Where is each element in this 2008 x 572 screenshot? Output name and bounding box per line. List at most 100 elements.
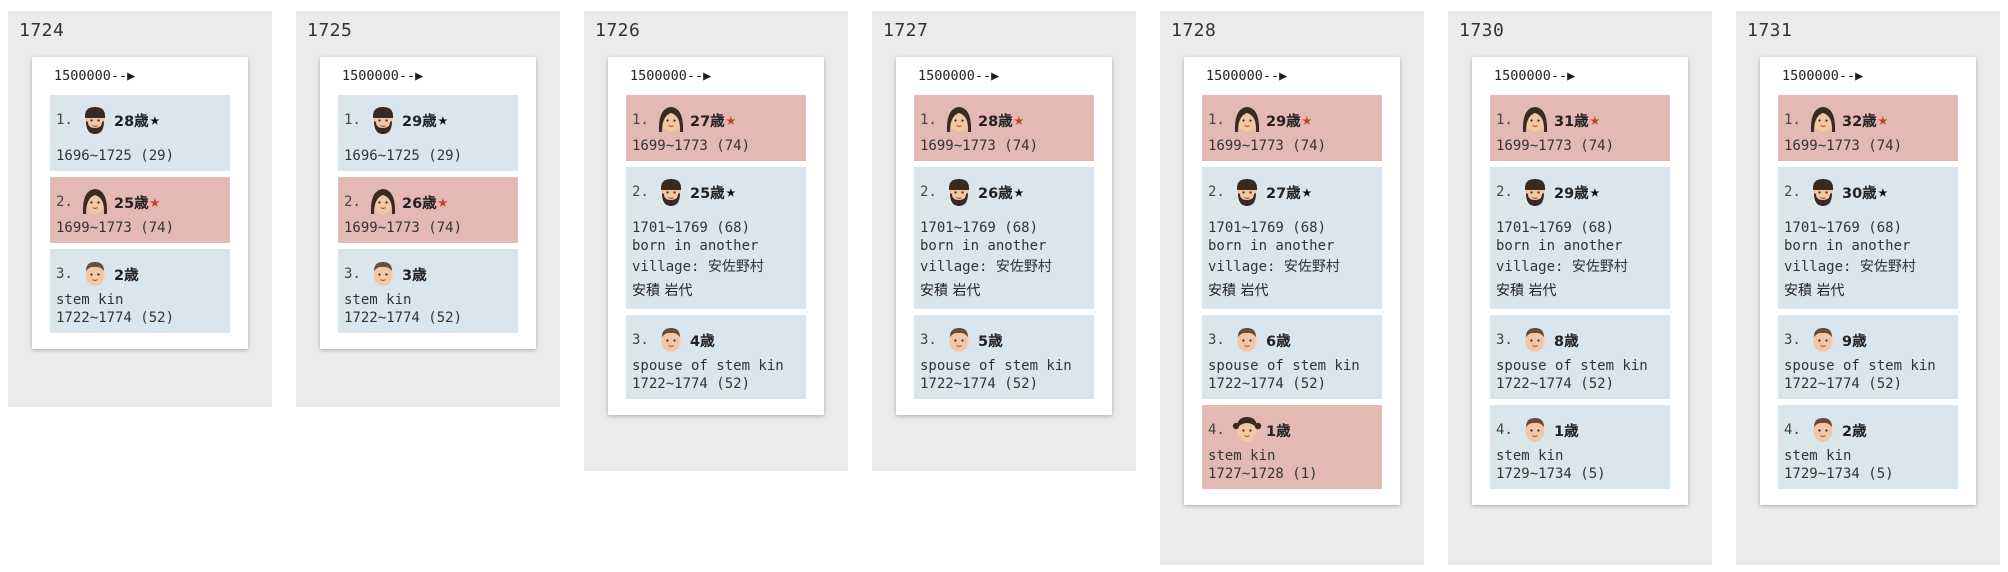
person-detail-line: 安積 岩代 [1208, 283, 1269, 299]
person-age: 25歳 [690, 185, 725, 202]
woman-avatar-icon [654, 104, 688, 136]
person-header: 1. 29歳 ★ [344, 103, 512, 137]
person-detail-line: 1699~1773 (74) [1496, 138, 1615, 154]
child-avatar-icon [942, 324, 976, 356]
person-entry[interactable]: 3. 3歳 stem kin 1722~1774 (52) [338, 249, 518, 333]
person-index: 3. [344, 266, 361, 282]
person-detail-line: 1722~1774 (52) [632, 376, 751, 392]
person-entry[interactable]: 2. 26歳 ★ 1701~1769 (68) born in another villa… [914, 167, 1094, 309]
person-index: 1. [920, 112, 937, 128]
person-detail-line: spouse of stem kin [1496, 358, 1648, 374]
person-age: 2歳 [1842, 423, 1867, 440]
year-panel: 1728 1500000--▶ 1. 29歳 ★ 1699~1773 (74) 2. 27歳 ★… [1160, 11, 1424, 565]
person-detail-line: village: 安佐野村 [1496, 259, 1628, 275]
person-index: 1. [56, 112, 73, 128]
person-entry[interactable]: 1. 28歳 ★ 1699~1773 (74) [914, 95, 1094, 161]
person-index: 3. [1784, 332, 1801, 348]
person-detail-line: 安積 岩代 [1784, 283, 1845, 299]
year-panel: 1724 1500000--▶ 1. 28歳 ★ 1696~1725 (29) 2. 25歳 ★… [8, 11, 272, 407]
person-entry[interactable]: 2. 25歳 ★ 1699~1773 (74) [50, 177, 230, 243]
person-header: 4. 1歳 [1208, 413, 1376, 447]
person-header: 2. 27歳 ★ [1208, 175, 1376, 209]
black-star-icon: ★ [1589, 182, 1600, 202]
child-avatar-icon [366, 258, 400, 290]
person-detail-line: 1699~1773 (74) [1784, 138, 1903, 154]
person-entry[interactable]: 2. 27歳 ★ 1701~1769 (68) born in another villa… [1202, 167, 1382, 309]
person-entry[interactable]: 4. 2歳 stem kin 1729~1734 (5) [1778, 405, 1958, 489]
person-detail-line: 1701~1769 (68) [1208, 220, 1327, 236]
person-detail-line: born in another [1496, 238, 1623, 254]
child-avatar-icon [1806, 414, 1840, 446]
person-detail-line: 1722~1774 (52) [344, 310, 463, 326]
person-entry[interactable]: 4. 1歳 stem kin 1727~1728 (1) [1202, 405, 1382, 489]
person-entry[interactable]: 1. 31歳 ★ 1699~1773 (74) [1490, 95, 1670, 161]
child-avatar-icon [1806, 324, 1840, 356]
woman-avatar-icon [1518, 104, 1552, 136]
person-detail-line: village: 安佐野村 [1784, 259, 1916, 275]
person-age: 6歳 [1266, 333, 1291, 350]
person-index: 2. [56, 194, 73, 210]
person-header: 2. 30歳 ★ [1784, 175, 1952, 209]
person-entry[interactable]: 4. 1歳 stem kin 1729~1734 (5) [1490, 405, 1670, 489]
person-index: 3. [920, 332, 937, 348]
man-beard-avatar-icon [1230, 176, 1264, 208]
person-age: 28歳 [978, 113, 1013, 130]
person-entry[interactable]: 1. 29歳 ★ 1696~1725 (29) [338, 95, 518, 171]
person-index: 2. [632, 184, 649, 200]
person-entry[interactable]: 1. 27歳 ★ 1699~1773 (74) [626, 95, 806, 161]
man-beard-avatar-icon [1518, 176, 1552, 208]
woman-avatar-icon [1230, 104, 1264, 136]
year-panel: 1726 1500000--▶ 1. 27歳 ★ 1699~1773 (74) 2. 25歳 ★… [584, 11, 848, 471]
person-entry[interactable]: 3. 9歳 spouse of stem kin 1722~1774 (52) [1778, 315, 1958, 399]
man-beard-avatar-icon [654, 176, 688, 208]
household-id-header: 1500000--▶ [1206, 68, 1288, 84]
person-header: 1. 28歳 ★ [56, 103, 224, 137]
person-entry[interactable]: 3. 6歳 spouse of stem kin 1722~1774 (52) [1202, 315, 1382, 399]
person-entry[interactable]: 3. 2歳 stem kin 1722~1774 (52) [50, 249, 230, 333]
person-detail-line: stem kin [1208, 448, 1276, 464]
person-detail-line: 1722~1774 (52) [1208, 376, 1327, 392]
household-card: 1500000--▶ 1. 28歳 ★ 1696~1725 (29) 2. 25歳 ★ 1699… [32, 57, 248, 349]
person-entry[interactable]: 3. 4歳 spouse of stem kin 1722~1774 (52) [626, 315, 806, 399]
person-detail-line: 1722~1774 (52) [920, 376, 1039, 392]
person-detail-line: stem kin [344, 292, 412, 308]
person-entry[interactable]: 1. 32歳 ★ 1699~1773 (74) [1778, 95, 1958, 161]
person-detail-line: 安積 岩代 [1496, 283, 1557, 299]
person-index: 3. [56, 266, 73, 282]
person-detail-line: 1701~1769 (68) [1496, 220, 1615, 236]
person-detail-line: 1699~1773 (74) [56, 220, 175, 236]
person-detail-line: spouse of stem kin [1208, 358, 1360, 374]
person-entry[interactable]: 2. 26歳 ★ 1699~1773 (74) [338, 177, 518, 243]
person-detail-line: stem kin [56, 292, 124, 308]
person-age: 4歳 [690, 333, 715, 350]
person-index: 3. [1208, 332, 1225, 348]
person-header: 1. 31歳 ★ [1496, 103, 1664, 137]
household-card: 1500000--▶ 1. 32歳 ★ 1699~1773 (74) 2. 30歳 ★ 1701… [1760, 57, 1976, 505]
person-age: 26歳 [402, 195, 437, 212]
person-detail-line: stem kin [1784, 448, 1852, 464]
person-detail-line: 1722~1774 (52) [1496, 376, 1615, 392]
woman-avatar-icon [942, 104, 976, 136]
household-id-header: 1500000--▶ [1494, 68, 1576, 84]
household-id-header: 1500000--▶ [54, 68, 136, 84]
person-entry[interactable]: 2. 30歳 ★ 1701~1769 (68) born in another villa… [1778, 167, 1958, 309]
person-entry[interactable]: 3. 5歳 spouse of stem kin 1722~1774 (52) [914, 315, 1094, 399]
person-entry[interactable]: 1. 29歳 ★ 1699~1773 (74) [1202, 95, 1382, 161]
person-entry[interactable]: 2. 25歳 ★ 1701~1769 (68) born in another villa… [626, 167, 806, 309]
person-header: 3. 5歳 [920, 323, 1088, 357]
person-age: 5歳 [978, 333, 1003, 350]
person-detail-line: 1701~1769 (68) [1784, 220, 1903, 236]
person-index: 2. [1496, 184, 1513, 200]
year-label: 1727 [883, 20, 929, 41]
person-age: 27歳 [690, 113, 725, 130]
person-entry[interactable]: 3. 8歳 spouse of stem kin 1722~1774 (52) [1490, 315, 1670, 399]
person-age: 25歳 [114, 195, 149, 212]
black-star-icon: ★ [725, 182, 736, 202]
year-panel: 1725 1500000--▶ 1. 29歳 ★ 1696~1725 (29) 2. 26歳 ★… [296, 11, 560, 407]
person-index: 1. [1496, 112, 1513, 128]
person-entry[interactable]: 2. 29歳 ★ 1701~1769 (68) born in another villa… [1490, 167, 1670, 309]
person-entry[interactable]: 1. 28歳 ★ 1696~1725 (29) [50, 95, 230, 171]
person-detail-line: born in another [1784, 238, 1911, 254]
person-detail-line: village: 安佐野村 [1208, 259, 1340, 275]
